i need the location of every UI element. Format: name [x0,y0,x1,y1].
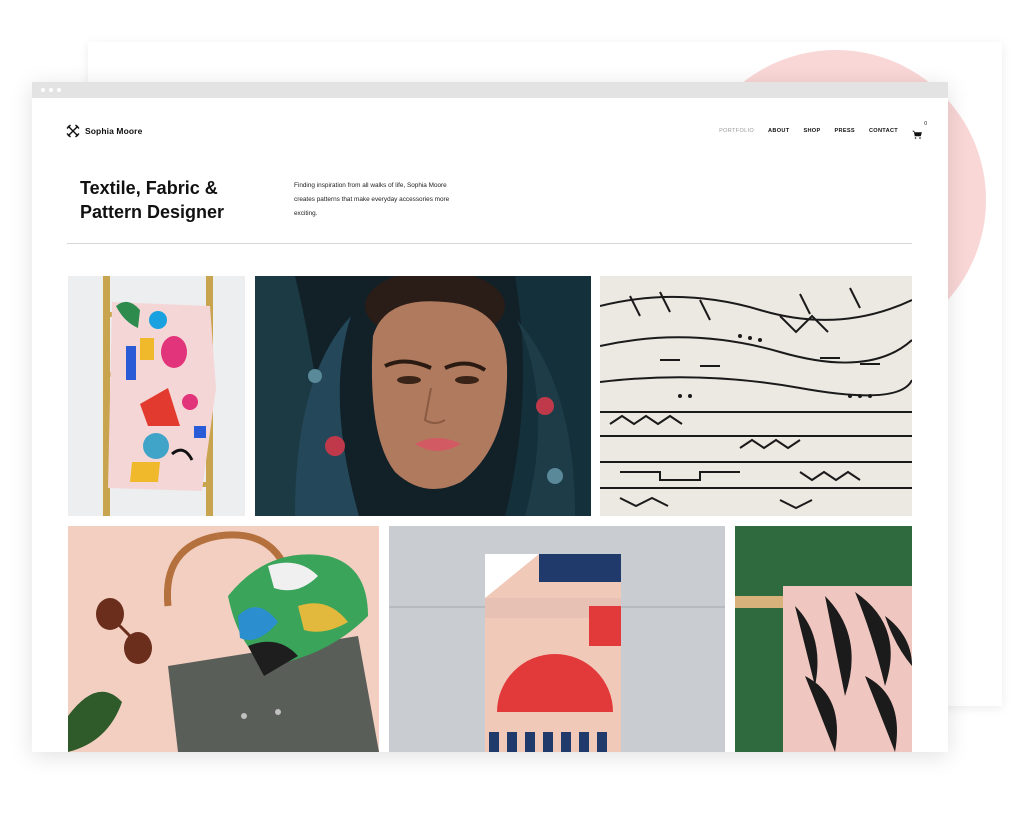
page-title: Textile, Fabric & Pattern Designer [80,178,225,222]
gallery-image-geometric-towel[interactable] [389,526,725,752]
gallery-image-palm-fabric[interactable] [735,526,912,752]
gallery-image-floral-portrait[interactable] [255,276,591,516]
woven-x-logo-icon [66,124,80,138]
nav-link-press[interactable]: PRESS [835,128,855,134]
intro-text: Finding inspiration from all walks of li… [294,182,450,217]
window-dot-icon [57,88,61,92]
nav-link-portfolio[interactable]: PORTFOLIO [719,128,754,134]
window-dot-icon [49,88,53,92]
cart-button[interactable]: 0 [912,121,927,139]
nav-link-about[interactable]: ABOUT [768,128,789,134]
nav-link-shop[interactable]: SHOP [803,128,820,134]
brand-name: Sophia Moore [85,126,143,136]
gallery-image-mudcloth-stack[interactable] [600,276,912,516]
gallery-image-tote-bag[interactable] [68,526,379,752]
cart-icon [912,130,922,139]
window-dot-icon [41,88,45,92]
main-navigation: PORTFOLIO ABOUT SHOP PRESS CONTACT 0 [719,121,927,139]
site-brand[interactable]: Sophia Moore [66,124,142,138]
cart-count: 0 [924,121,927,127]
nav-link-contact[interactable]: CONTACT [869,128,898,134]
browser-window: Sophia Moore PORTFOLIO ABOUT SHOP PRESS … [32,82,948,752]
section-divider [67,243,912,244]
browser-title-bar [32,82,948,98]
gallery-image-ladder-blanket[interactable] [68,276,245,516]
